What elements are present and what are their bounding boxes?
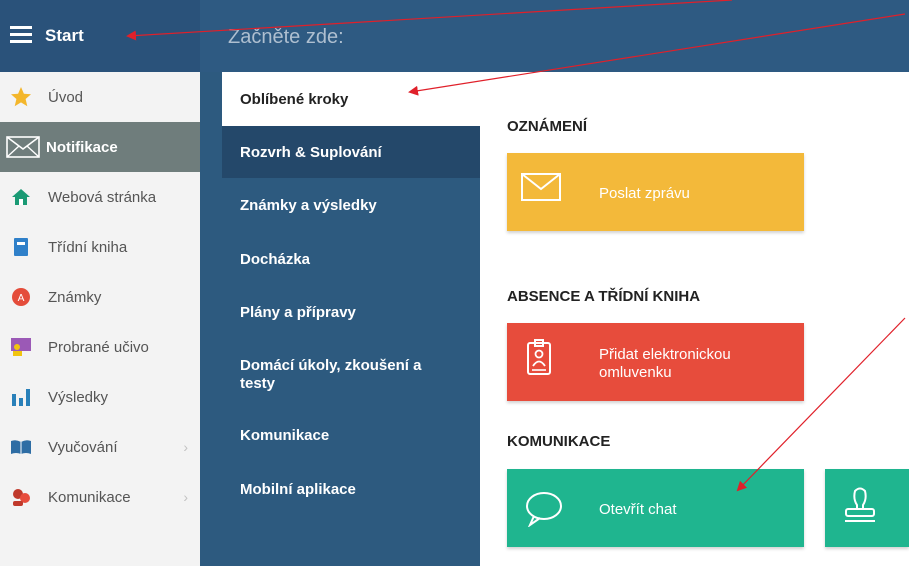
book-icon [10,236,32,258]
menu-item-mobilni-aplikace[interactable]: Mobilní aplikace [222,481,480,499]
tile-pridat-omluvenku[interactable]: Přidat elektronickou omluvenku [507,323,804,401]
tile-label: Poslat zprávu [599,185,690,202]
sidebar-item-label: Webová stránka [48,188,157,206]
sidebar-item-tridni-kniha[interactable]: Třídní kniha [0,222,200,272]
sidebar-item-znamky[interactable]: A Známky [0,272,200,322]
section-title-absence: ABSENCE A TŘÍDNÍ KNIHA [507,288,701,305]
sidebar-item-label: Komunikace [48,488,131,506]
id-badge-icon [527,339,551,379]
menu-item-rozvrh[interactable]: Rozvrh & Suplování [222,144,480,162]
menu-item-domaci-ukoly[interactable]: Domácí úkoly, zkoušení a testy [222,357,452,393]
sidebar-item-label: Třídní kniha [48,238,128,256]
grades-icon: A [10,286,32,308]
tile-label: Otevřít chat [599,501,677,518]
sidebar-item-label: Vyučování [48,438,118,456]
menu-item-plany[interactable]: Plány a přípravy [222,304,480,322]
tile-poslat-zpravu[interactable]: Poslat zprávu [507,153,804,231]
section-title-oznameni: OZNÁMENÍ [507,118,587,135]
sidebar-item-vyucovani[interactable]: Vyučování › [0,422,200,472]
start-label[interactable]: Start [45,26,84,46]
sidebar-item-probrane-ucivo[interactable]: Probrané učivo [0,322,200,372]
teacher-icon [10,336,32,358]
svg-text:A: A [18,293,25,304]
menu-item-komunikace[interactable]: Komunikace [222,427,480,445]
envelope-icon [6,136,40,158]
chevron-right-icon: › [183,439,188,455]
chevron-right-icon: › [183,489,188,505]
menu-item-dochazka[interactable]: Docházka [222,251,480,269]
section-title-komunikace: KOMUNIKACE [507,433,611,450]
tile-label: Přidat elektronickou omluvenku [599,346,731,381]
menu-item-znamky-vysledky[interactable]: Známky a výsledky [222,197,480,215]
chat-people-icon [10,486,32,508]
hamburger-icon[interactable] [10,26,32,44]
sidebar-item-label: Úvod [48,88,84,106]
stamp-icon [841,487,879,529]
sidebar-item-notifikace[interactable]: Notifikace [0,122,200,172]
sidebar-item-label: Probrané učivo [48,338,149,356]
tile-stamp[interactable] [825,469,909,547]
open-book-icon [10,436,32,458]
sidebar-item-label: Výsledky [48,388,109,406]
sidebar-item-uvod[interactable]: Úvod [0,72,200,122]
sidebar-item-label: Notifikace [46,138,118,156]
sidebar-item-komunikace[interactable]: Komunikace › [0,472,200,522]
chat-bubble-icon [525,491,563,531]
star-icon [10,86,32,108]
bar-chart-icon [10,386,32,408]
envelope-icon [521,173,561,205]
menu-item-oblibene-kroky[interactable]: Oblíbené kroky [222,91,480,109]
sidebar-item-vysledky[interactable]: Výsledky [0,372,200,422]
sidebar-item-webova-stranka[interactable]: Webová stránka [0,172,200,222]
home-icon [10,186,32,208]
sidebar-item-label: Známky [48,288,102,306]
page-breadcrumb: Začněte zde: [228,26,344,48]
tile-otevrit-chat[interactable]: Otevřít chat [507,469,804,547]
